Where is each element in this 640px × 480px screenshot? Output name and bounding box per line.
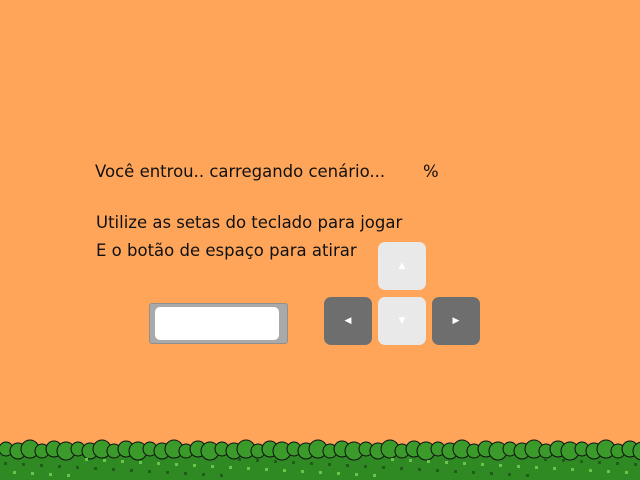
arrow-left-key-icon: ◀ [324, 297, 372, 345]
arrow-down-key-icon: ▼ [378, 297, 426, 345]
loading-message: Você entrou.. carregando cenário... [95, 162, 386, 181]
instruction-space: E o botão de espaço para atirar [96, 241, 357, 260]
grass-ground [0, 439, 640, 480]
loading-percent: % [423, 162, 439, 181]
spacebar-key-face [155, 307, 279, 340]
arrow-right-key-icon: ▶ [432, 297, 480, 345]
spacebar-key-icon [149, 303, 288, 344]
instruction-arrows: Utilize as setas do teclado para jogar [96, 213, 403, 232]
game-stage: Você entrou.. carregando cenário... % Ut… [0, 0, 640, 480]
arrow-down-icon: ▼ [398, 315, 406, 326]
arrow-up-key-icon: ▲ [378, 242, 426, 290]
arrow-up-icon: ▲ [398, 260, 406, 271]
arrow-left-icon: ◀ [344, 315, 352, 326]
arrow-right-icon: ▶ [452, 315, 460, 326]
